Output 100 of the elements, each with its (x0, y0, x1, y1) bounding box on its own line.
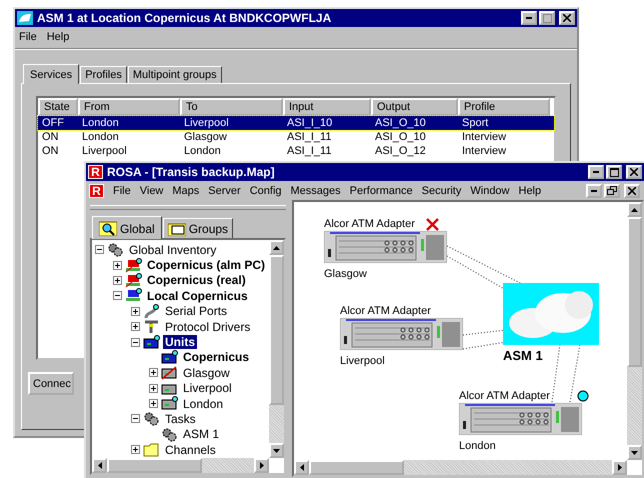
restore-button[interactable] (604, 184, 620, 198)
connection-line (552, 344, 560, 402)
column-header[interactable]: Input (283, 98, 371, 116)
tree-item[interactable]: Channels (163, 442, 218, 457)
menu-item[interactable]: Performance (350, 184, 413, 196)
expand-toggle-icon[interactable] (131, 338, 140, 347)
vertical-scrollbar[interactable] (627, 202, 642, 460)
tree-item[interactable]: Liverpool (181, 381, 234, 396)
table-cell-text: London (81, 117, 120, 129)
table-cell-text: ASI_O_10 (374, 117, 427, 129)
tree-item[interactable]: Protocol Drivers (163, 320, 252, 334)
gears-icon (107, 242, 124, 258)
window-title: ROSA - [Transis backup.Map] (107, 165, 275, 179)
device-type-label: Alcor ATM Adapter (340, 305, 432, 317)
device-location-label: London (459, 440, 497, 452)
close-button[interactable] (624, 184, 640, 198)
column-header[interactable]: Profile (458, 98, 550, 116)
menu-item[interactable]: View (140, 184, 164, 196)
atm-adapter-drawing[interactable] (459, 403, 582, 435)
table-cell-text: ASI_O_12 (374, 145, 427, 157)
column-header[interactable]: Output (371, 98, 458, 116)
expand-toggle-icon[interactable] (95, 245, 104, 254)
expand-toggle-icon[interactable] (149, 368, 158, 378)
expand-toggle-icon[interactable] (113, 291, 122, 300)
menu-item[interactable]: Messages (290, 184, 341, 196)
menu-item[interactable]: File (19, 30, 37, 42)
menu-item[interactable]: Window (470, 184, 510, 196)
minimize-button[interactable] (521, 11, 537, 25)
up-arrow-icon (273, 246, 280, 250)
table-row[interactable]: OFF London Liverpool ASI_I_10 ASI_O_10 Sport (38, 116, 554, 130)
window-title: ASM 1 at Location Copernicus At BNDKCOPWFLJA (37, 11, 332, 25)
tab[interactable]: Services (23, 64, 80, 84)
menu-item[interactable]: File (113, 184, 131, 196)
table-cell-text: ASI_O_10 (374, 131, 427, 143)
tree-item[interactable]: Local Copernicus (145, 288, 250, 303)
app-logo-icon (17, 11, 33, 25)
right-arrow-icon (618, 464, 622, 471)
device-location-label: Liverpool (340, 355, 386, 367)
left-arrow-icon (98, 462, 102, 469)
tree-item[interactable]: London (181, 396, 226, 411)
connect-button[interactable]: Connec (28, 372, 74, 395)
expand-toggle-icon[interactable] (131, 306, 140, 316)
tree-item[interactable]: Units (163, 335, 197, 350)
document-logo[interactable]: R (89, 184, 104, 198)
minimize-button[interactable] (586, 184, 602, 198)
expand-toggle-icon[interactable] (113, 276, 122, 285)
column-header[interactable]: To (180, 98, 283, 116)
menu-item[interactable]: Help (518, 184, 542, 196)
menu-item[interactable]: Security (422, 184, 462, 196)
menu-item[interactable]: Maps (172, 184, 200, 196)
connection-line (570, 344, 580, 402)
table-cell-text: Interview (461, 145, 508, 157)
maximize-icon (542, 14, 552, 22)
table-cell-text: ASI_I_11 (286, 145, 332, 157)
maximize-icon (610, 168, 618, 176)
menu-item[interactable]: Server (208, 184, 241, 196)
expand-toggle-icon[interactable] (149, 399, 158, 408)
expand-toggle-icon[interactable] (113, 260, 122, 270)
device-type-label: Alcor ATM Adapter (324, 218, 416, 230)
tree-item[interactable]: Copernicus (181, 350, 252, 364)
expand-toggle-icon[interactable] (131, 414, 140, 424)
table-cell-text: OFF (41, 117, 65, 129)
tree-item[interactable]: Glasgow (181, 366, 232, 380)
network-label: ASM 1 (503, 348, 544, 363)
expand-toggle-icon[interactable] (131, 445, 140, 454)
tree-item[interactable]: Tasks (163, 412, 198, 426)
tab[interactable]: Multipoint groups (128, 66, 222, 83)
down-arrow-icon (631, 450, 638, 454)
menu-item[interactable]: Config (250, 184, 282, 196)
vertical-scrollbar[interactable] (269, 240, 284, 458)
tab[interactable]: Global (92, 216, 162, 239)
tree-item[interactable]: Global Inventory (127, 242, 218, 257)
maximize-button[interactable] (606, 165, 622, 179)
close-icon (630, 168, 638, 176)
table-row[interactable]: ON Liverpool London ASI_I_11 ASI_O_12 Interview (38, 144, 554, 158)
table-cell-text: London (81, 131, 120, 143)
tab[interactable]: Profiles (80, 66, 127, 83)
tab[interactable]: Groups (162, 218, 234, 238)
minimize-icon (526, 17, 532, 19)
atm-adapter-drawing[interactable] (340, 318, 463, 350)
atm-adapter-drawing[interactable] (324, 231, 447, 263)
table-cell-text: Liverpool (183, 117, 230, 129)
column-header[interactable]: From (78, 98, 180, 116)
horizontal-scrollbar[interactable] (92, 458, 269, 473)
expand-toggle-icon[interactable] (149, 384, 158, 393)
menu-item[interactable]: Help (46, 30, 70, 42)
minimize-button[interactable] (588, 165, 604, 179)
close-button[interactable] (559, 11, 575, 25)
table-row[interactable]: ON London Glasgow ASI_I_11 ASI_O_10 Interview (38, 130, 554, 144)
expand-toggle-icon[interactable] (131, 322, 140, 332)
close-icon (628, 186, 636, 194)
tree-item[interactable]: Copernicus (alm PC) (145, 258, 268, 272)
column-header[interactable]: State (38, 98, 78, 116)
tree-item[interactable]: Serial Ports (163, 304, 230, 318)
horizontal-scrollbar[interactable] (294, 460, 627, 475)
close-button[interactable] (626, 165, 642, 179)
table-cell-text: Liverpool (81, 145, 128, 157)
table-cell-text: London (183, 145, 222, 157)
tree-item[interactable]: Copernicus (real) (145, 273, 248, 288)
tree-item[interactable]: ASM 1 (181, 427, 222, 442)
